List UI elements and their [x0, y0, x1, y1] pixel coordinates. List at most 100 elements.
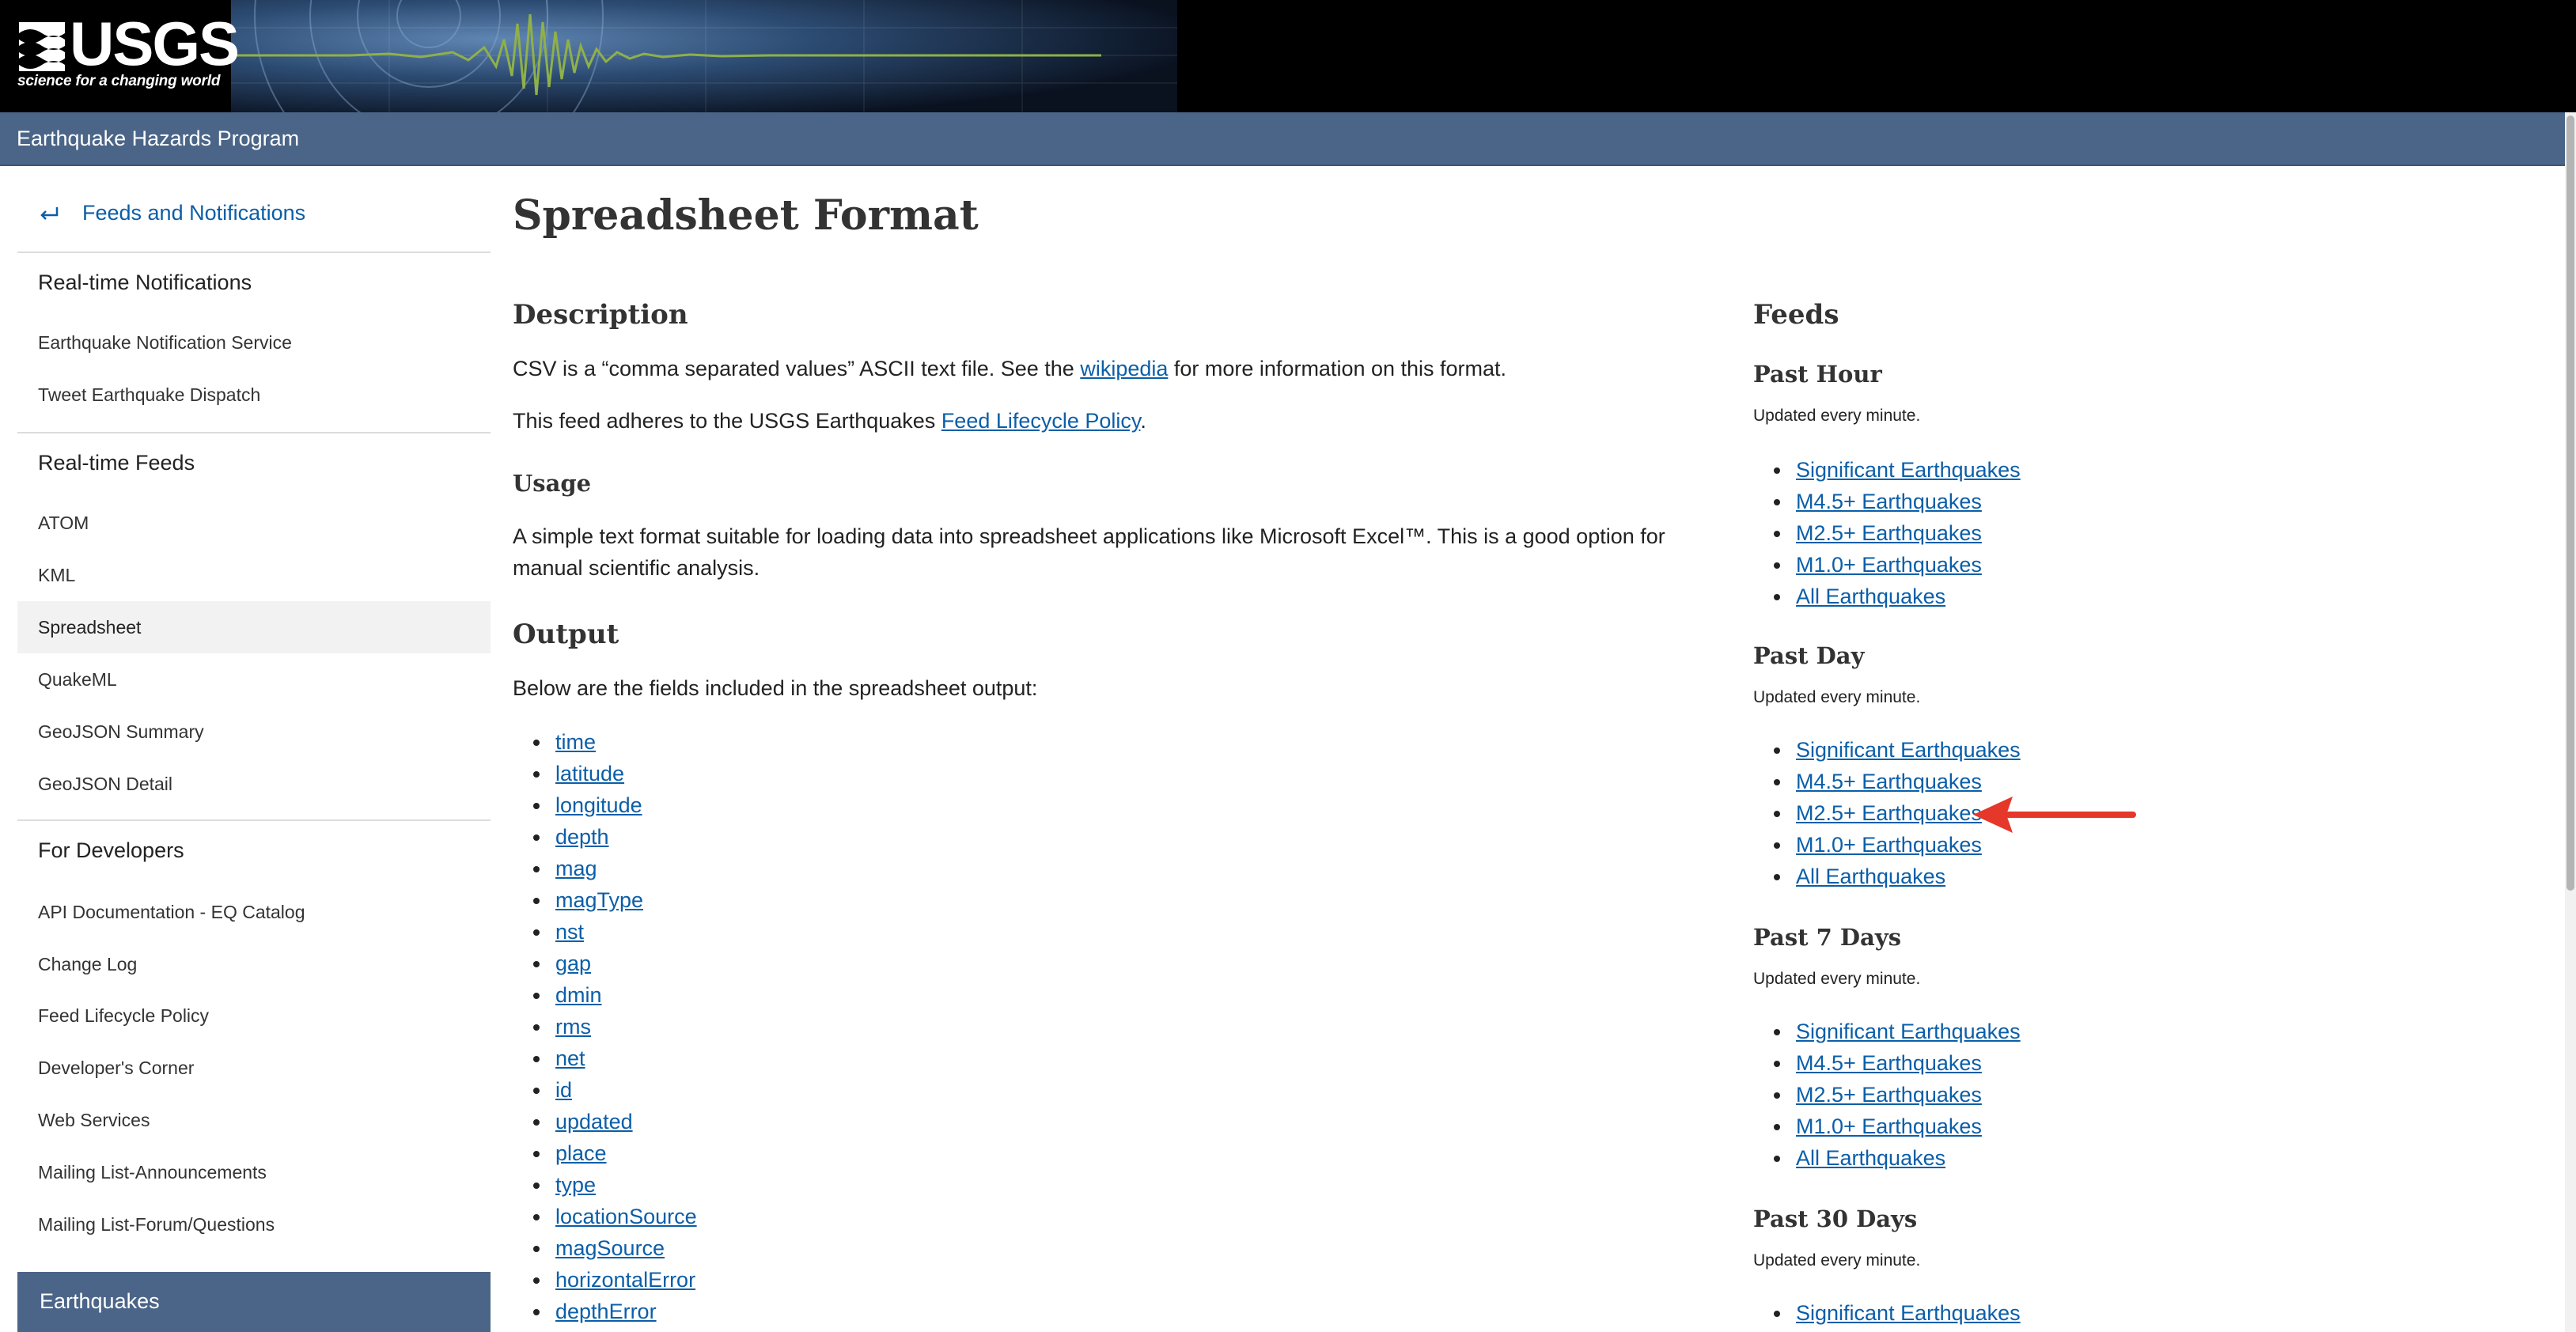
- list-item: net: [513, 1043, 697, 1074]
- feed-group-title: Past Hour: [1753, 361, 1882, 388]
- feed-link[interactable]: All Earthquakes: [1796, 865, 1945, 888]
- program-home-link[interactable]: Earthquake Hazards Program: [17, 127, 299, 151]
- list-item: M1.0+ Earthquakes: [1753, 1111, 2021, 1142]
- field-link[interactable]: type: [555, 1173, 596, 1197]
- feed-link[interactable]: Significant Earthquakes: [1796, 458, 2021, 482]
- sidebar-item-mailing-announcements[interactable]: Mailing List-Announcements: [17, 1146, 491, 1198]
- description-text: .: [1140, 409, 1146, 433]
- list-item: M4.5+ Earthquakes: [1753, 766, 2021, 797]
- feed-links-list: Significant Earthquakes M4.5+ Earthquake…: [1753, 1016, 2021, 1174]
- feed-link[interactable]: M2.5+ Earthquakes: [1796, 1083, 1982, 1107]
- seismogram-graphic: [231, 0, 1177, 112]
- list-item: time: [513, 726, 697, 758]
- field-link[interactable]: horizontalError: [555, 1268, 695, 1292]
- feed-link[interactable]: Significant Earthquakes: [1796, 1301, 2021, 1325]
- list-item: M1.0+ Earthquakes: [1753, 829, 2021, 861]
- feed-update-note: Updated every minute.: [1753, 1251, 1921, 1270]
- list-item: locationSource: [513, 1201, 697, 1232]
- list-item: place: [513, 1137, 697, 1169]
- feed-link[interactable]: M2.5+ Earthquakes: [1796, 521, 1982, 545]
- wikipedia-link[interactable]: wikipedia: [1080, 357, 1168, 380]
- field-link[interactable]: magType: [555, 888, 643, 912]
- field-link[interactable]: depthError: [555, 1300, 657, 1323]
- field-link[interactable]: place: [555, 1141, 607, 1165]
- description-paragraph-1: CSV is a “comma separated values” ASCII …: [513, 353, 1691, 384]
- back-link-label: Feeds and Notifications: [82, 201, 306, 225]
- field-link[interactable]: locationSource: [555, 1205, 697, 1228]
- feed-link[interactable]: M4.5+ Earthquakes: [1796, 1051, 1982, 1075]
- field-link[interactable]: depth: [555, 825, 609, 849]
- sidebar-item-geojson-summary[interactable]: GeoJSON Summary: [17, 706, 491, 758]
- feed-lifecycle-policy-link[interactable]: Feed Lifecycle Policy: [941, 409, 1141, 433]
- description-paragraph-2: This feed adheres to the USGS Earthquake…: [513, 405, 1691, 437]
- list-item: M4.5+ Earthquakes: [1753, 486, 2021, 517]
- sidebar-item-quakeml[interactable]: QuakeML: [17, 653, 491, 706]
- field-link[interactable]: latitude: [555, 762, 624, 785]
- description-text: This feed adheres to the USGS Earthquake…: [513, 409, 941, 433]
- list-item: id: [513, 1074, 697, 1106]
- list-item: Significant Earthquakes: [1753, 454, 2021, 486]
- sidebar-item-kml[interactable]: KML: [17, 549, 491, 601]
- field-link[interactable]: updated: [555, 1110, 633, 1133]
- sidebar-item-tweet-dispatch[interactable]: Tweet Earthquake Dispatch: [17, 369, 491, 421]
- program-bar: Earthquake Hazards Program: [0, 112, 2565, 166]
- field-link[interactable]: nst: [555, 920, 584, 944]
- feed-links-list: Significant Earthquakes: [1753, 1297, 2021, 1329]
- sidebar-item-atom[interactable]: ATOM: [17, 497, 491, 549]
- list-item: All Earthquakes: [1753, 1142, 2021, 1174]
- field-link[interactable]: net: [555, 1046, 585, 1070]
- field-link[interactable]: magSource: [555, 1236, 665, 1260]
- list-item: Significant Earthquakes: [1753, 734, 2021, 766]
- description-heading: Description: [513, 299, 688, 331]
- feed-update-note: Updated every minute.: [1753, 970, 1921, 988]
- feed-link[interactable]: M4.5+ Earthquakes: [1796, 770, 1982, 793]
- feed-link[interactable]: Significant Earthquakes: [1796, 1020, 2021, 1043]
- output-heading: Output: [513, 619, 619, 650]
- sidebar-item-spreadsheet[interactable]: Spreadsheet: [17, 601, 491, 653]
- sidebar-item-mailing-forum[interactable]: Mailing List-Forum/Questions: [17, 1198, 491, 1251]
- feed-links-list: Significant Earthquakes M4.5+ Earthquake…: [1753, 454, 2021, 612]
- feed-link[interactable]: M1.0+ Earthquakes: [1796, 833, 1982, 857]
- feed-update-note: Updated every minute.: [1753, 688, 1921, 706]
- list-item: Significant Earthquakes: [1753, 1016, 2021, 1047]
- field-link[interactable]: mag: [555, 857, 597, 880]
- sidebar-item-web-services[interactable]: Web Services: [17, 1094, 491, 1146]
- back-to-feeds-link[interactable]: Feeds and Notifications: [38, 201, 305, 225]
- list-item: depthError: [513, 1296, 697, 1327]
- sidebar-item-lifecycle-policy[interactable]: Feed Lifecycle Policy: [17, 990, 491, 1042]
- list-item: M1.0+ Earthquakes: [1753, 549, 2021, 581]
- feed-link[interactable]: M2.5+ Earthquakes: [1796, 801, 1982, 825]
- list-item: M2.5+ Earthquakes: [1753, 1079, 2021, 1111]
- list-item: latitude: [513, 758, 697, 789]
- feed-link[interactable]: All Earthquakes: [1796, 585, 1945, 608]
- list-item: longitude: [513, 789, 697, 821]
- field-link[interactable]: time: [555, 730, 596, 754]
- sidebar-item-geojson-detail[interactable]: GeoJSON Detail: [17, 758, 491, 810]
- list-item: M2.5+ Earthquakes: [1753, 517, 2021, 549]
- field-link[interactable]: longitude: [555, 793, 642, 817]
- sidebar-item-api-docs[interactable]: API Documentation - EQ Catalog: [17, 886, 491, 938]
- sidebar-footer-earthquakes[interactable]: Earthquakes: [17, 1272, 491, 1332]
- sidebar-item-developers-corner[interactable]: Developer's Corner: [17, 1042, 491, 1094]
- feed-link[interactable]: M4.5+ Earthquakes: [1796, 490, 1982, 513]
- field-link[interactable]: gap: [555, 952, 591, 975]
- scrollbar-thumb[interactable]: [2567, 115, 2574, 891]
- field-link[interactable]: rms: [555, 1015, 591, 1039]
- sidebar-divider: [17, 432, 491, 433]
- feed-link[interactable]: M1.0+ Earthquakes: [1796, 1114, 1982, 1138]
- feed-group-title: Past 7 Days: [1753, 924, 1902, 951]
- sidebar-item-change-log[interactable]: Change Log: [17, 938, 491, 990]
- feed-link[interactable]: Significant Earthquakes: [1796, 738, 2021, 762]
- list-item: horizontalError: [513, 1264, 697, 1296]
- field-link[interactable]: dmin: [555, 983, 602, 1007]
- sidebar-item-notification-service[interactable]: Earthquake Notification Service: [17, 316, 491, 369]
- feed-link[interactable]: M1.0+ Earthquakes: [1796, 553, 1982, 577]
- field-link[interactable]: id: [555, 1078, 572, 1102]
- list-item: Significant Earthquakes: [1753, 1297, 2021, 1329]
- list-item: gap: [513, 948, 697, 979]
- usgs-logo[interactable]: USGS science for a changing world: [0, 0, 240, 112]
- logo-tagline: science for a changing world: [17, 73, 221, 89]
- feed-link[interactable]: All Earthquakes: [1796, 1146, 1945, 1170]
- list-item: mag: [513, 853, 697, 884]
- list-item: depth: [513, 821, 697, 853]
